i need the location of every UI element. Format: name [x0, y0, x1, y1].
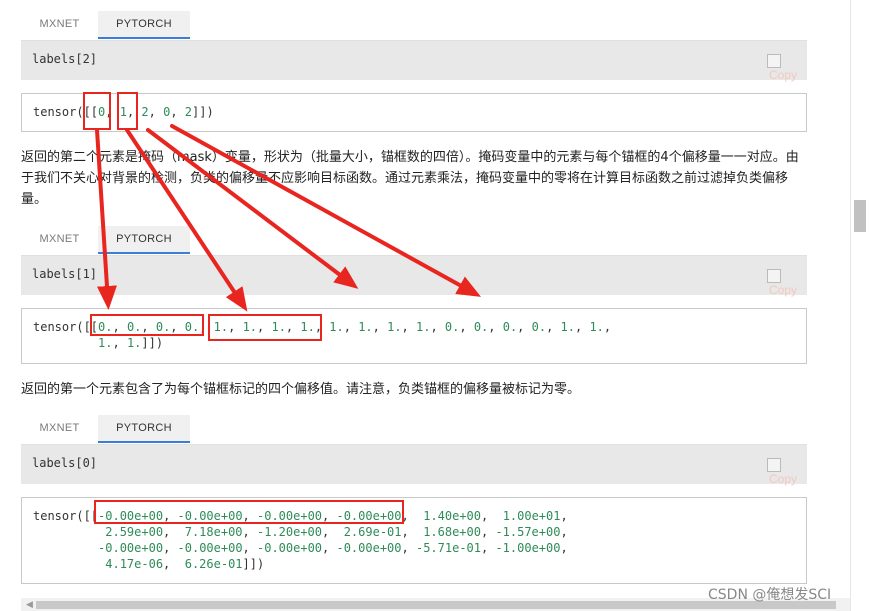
- code-input-block: labels[2] Copy: [21, 40, 807, 82]
- input-code: labels[2]: [32, 52, 98, 66]
- vertical-scrollbar[interactable]: [850, 0, 869, 611]
- framework-tabs: MXNET PYTORCH: [21, 11, 807, 39]
- framework-tabs: MXNET PYTORCH: [21, 226, 807, 254]
- tab-pytorch[interactable]: PYTORCH: [98, 226, 190, 254]
- copy-label: Copy: [769, 472, 798, 486]
- vertical-scrollbar-thumb[interactable]: [854, 200, 866, 232]
- output-code: tensor([[0, 1, 2, 0, 2]]): [33, 105, 214, 119]
- code-output-block: tensor([[0, 1, 2, 0, 2]]): [21, 93, 807, 132]
- copy-icon: [767, 54, 781, 68]
- input-code: labels[0]: [32, 456, 98, 470]
- copy-label: Copy: [769, 68, 798, 82]
- copy-button[interactable]: Copy: [767, 54, 803, 82]
- paragraph: 返回的第二个元素是掩码（mask）变量，形状为（批量大小，锚框数的四倍）。掩码变…: [21, 150, 799, 207]
- tab-pytorch[interactable]: PYTORCH: [98, 11, 190, 39]
- copy-icon: [767, 458, 781, 472]
- code-output-block: tensor([[-0.00e+00, -0.00e+00, -0.00e+00…: [21, 497, 807, 584]
- tab-mxnet[interactable]: MXNET: [21, 11, 98, 39]
- scroll-left-icon[interactable]: ◀: [26, 600, 33, 610]
- copy-button[interactable]: Copy: [767, 458, 803, 486]
- input-code: labels[1]: [32, 267, 98, 281]
- paragraph: 返回的第一个元素包含了为每个锚框标记的四个偏移值。请注意，负类锚框的偏移量被标记…: [21, 382, 581, 397]
- tab-mxnet[interactable]: MXNET: [21, 415, 98, 443]
- output-code: tensor([[-0.00e+00, -0.00e+00, -0.00e+00…: [33, 509, 568, 571]
- tab-pytorch[interactable]: PYTORCH: [98, 415, 190, 443]
- code-input-block: labels[1] Copy: [21, 255, 807, 297]
- copy-label: Copy: [769, 283, 798, 297]
- code-output-block: tensor([[0., 0., 0., 0., 1., 1., 1., 1.,…: [21, 308, 807, 364]
- tab-mxnet[interactable]: MXNET: [21, 226, 98, 254]
- copy-icon: [767, 269, 781, 283]
- watermark: CSDN @俺想发SCI: [708, 587, 832, 603]
- framework-tabs: MXNET PYTORCH: [21, 415, 807, 443]
- output-code: tensor([[0., 0., 0., 0., 1., 1., 1., 1.,…: [33, 320, 612, 350]
- code-input-block: labels[0] Copy: [21, 444, 807, 486]
- copy-button[interactable]: Copy: [767, 269, 803, 297]
